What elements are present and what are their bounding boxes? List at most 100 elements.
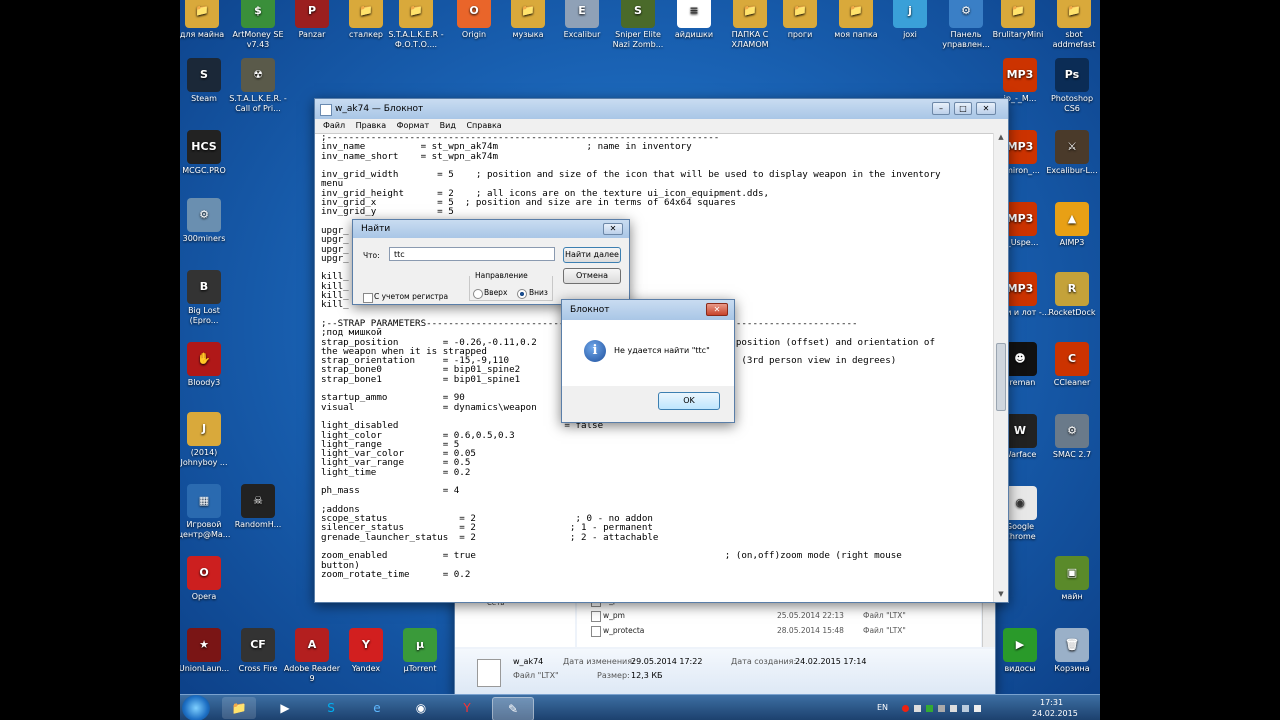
- desktop-icon[interactable]: ⚙ 300miners: [180, 198, 234, 244]
- desktop-icon-label: Opera: [191, 592, 217, 601]
- desktop-icon-label: Steam: [191, 94, 217, 103]
- desktop-icon[interactable]: O Opera: [180, 556, 234, 602]
- taskbar-yandex[interactable]: Y: [450, 697, 484, 719]
- desktop-icon[interactable]: ★ UnionLaun...: [180, 628, 234, 674]
- desktop-icon[interactable]: ▲ AIMP3: [1042, 202, 1100, 248]
- taskbar-skype[interactable]: S: [314, 697, 348, 719]
- file-row[interactable]: w_pm 25.05.2014 22:13 Файл "LTX": [577, 608, 981, 622]
- msg-close-button[interactable]: ✕: [706, 303, 728, 316]
- desktop-icon[interactable]: Ps Photoshop CS6: [1042, 58, 1100, 114]
- start-button[interactable]: [182, 695, 210, 720]
- file-name: w_protecta: [603, 626, 645, 635]
- desktop-icon[interactable]: R RocketDock: [1042, 272, 1100, 318]
- desktop-icon[interactable]: B Big Lost (Epro...: [180, 270, 234, 326]
- desktop-icon[interactable]: 📁 музыка: [498, 0, 558, 40]
- tray-volume-icon[interactable]: [974, 705, 981, 712]
- taskbar-media-player[interactable]: ▶: [268, 697, 302, 719]
- desktop-icon-label: Sniper Elite Nazi Zomb...: [612, 30, 664, 49]
- taskbar: 📁 ▶ S e ◉ Y ✎ EN 17:31 24.02.2015: [180, 694, 1100, 720]
- details-pane: w_ak74 Файл "LTX" Дата изменения: 29.05.…: [455, 649, 995, 695]
- desktop-icon[interactable]: P Panzar: [282, 0, 342, 40]
- desktop-icon[interactable]: CF Cross Fire: [228, 628, 288, 674]
- maximize-button[interactable]: □: [954, 102, 972, 115]
- desktop-icon[interactable]: Y Yandex: [336, 628, 396, 674]
- menu-edit[interactable]: Правка: [356, 121, 386, 130]
- desktop-icon[interactable]: O Origin: [444, 0, 504, 40]
- find-what-label: Что:: [363, 251, 380, 260]
- tray-record-icon[interactable]: [902, 705, 909, 712]
- app-icon: O: [187, 556, 221, 590]
- desktop-icon[interactable]: j joxi: [880, 0, 940, 40]
- find-next-button[interactable]: Найти далее: [563, 247, 621, 263]
- tray-network-icon[interactable]: [962, 705, 969, 712]
- desktop-icon[interactable]: 📁 BrulitaryMini: [988, 0, 1048, 40]
- desktop-icon[interactable]: 📁 sbot addmefast: [1044, 0, 1100, 50]
- desktop-icon[interactable]: µ µTorrent: [390, 628, 450, 674]
- desktop-icon[interactable]: C CCleaner: [1042, 342, 1100, 388]
- direction-up-radio[interactable]: [473, 289, 483, 299]
- find-cancel-button[interactable]: Отмена: [563, 268, 621, 284]
- desktop-icon[interactable]: ⚙ SMAC 2.7: [1042, 414, 1100, 460]
- desktop-icon-label: Big Lost (Epro...: [188, 306, 220, 325]
- direction-up-label: Вверх: [484, 288, 508, 297]
- scroll-down-arrow-icon[interactable]: ▼: [994, 590, 1008, 602]
- desktop-icon-label: µTorrent: [403, 664, 437, 673]
- tray-time[interactable]: 17:31: [1040, 698, 1063, 707]
- desktop-icon[interactable]: 📁 для майна: [180, 0, 232, 40]
- tray-flag-icon[interactable]: [950, 705, 957, 712]
- desktop-icon[interactable]: ☠ RandomH...: [228, 484, 288, 530]
- desktop-icon[interactable]: 📁 моя папка: [826, 0, 886, 40]
- msg-titlebar[interactable]: Блокнот ✕: [562, 300, 734, 320]
- desktop-icon[interactable]: S Steam: [180, 58, 234, 104]
- taskbar-notepad[interactable]: ✎: [492, 697, 534, 720]
- minimize-button[interactable]: –: [932, 102, 950, 115]
- find-what-input[interactable]: ttc: [389, 247, 555, 261]
- desktop-icon[interactable]: ▦ Игровой центр@Ma...: [180, 484, 234, 540]
- taskbar-explorer[interactable]: 📁: [222, 697, 256, 719]
- tray-icon-2[interactable]: [914, 705, 921, 712]
- scrollbar-thumb[interactable]: [996, 343, 1006, 411]
- desktop-icon-label: для майна: [180, 30, 225, 39]
- desktop-icon[interactable]: ▶ видосы: [990, 628, 1050, 674]
- notepad-titlebar[interactable]: w_ak74 — Блокнот – □ ✕: [315, 99, 1008, 119]
- desktop-icon[interactable]: 📁 проги: [770, 0, 830, 40]
- menu-view[interactable]: Вид: [440, 121, 456, 130]
- taskbar-chrome[interactable]: ◉: [404, 697, 438, 719]
- close-button[interactable]: ✕: [976, 102, 996, 115]
- file-row[interactable]: w_protecta 28.05.2014 15:48 Файл "LTX": [577, 623, 981, 637]
- tray-icon-4[interactable]: [938, 705, 945, 712]
- desktop-icon[interactable]: 📁 S.T.A.L.K.E.R - Ф.О.Т.О....: [386, 0, 446, 50]
- desktop-icon[interactable]: ≡ айдишки: [664, 0, 724, 40]
- desktop-icon[interactable]: 🗑 Корзина: [1042, 628, 1100, 674]
- desktop-icon[interactable]: A Adobe Reader 9: [282, 628, 342, 684]
- desktop-icon[interactable]: ☢ S.T.A.L.K.E.R. - Call of Pri...: [228, 58, 288, 114]
- ok-button[interactable]: OK: [658, 392, 720, 410]
- menu-file[interactable]: Файл: [323, 121, 345, 130]
- match-case-checkbox[interactable]: [363, 293, 373, 303]
- find-close-button[interactable]: ✕: [603, 223, 623, 235]
- desktop-icon[interactable]: S Sniper Elite Nazi Zomb...: [608, 0, 668, 50]
- desktop-icon[interactable]: ⚙ Панель управлен...: [936, 0, 996, 50]
- desktop-icon[interactable]: ✋ Bloody3: [180, 342, 234, 388]
- desktop-icon[interactable]: HCS MCGC.PRO: [180, 130, 234, 176]
- desktop-icon-label: Игровой центр@Ma...: [180, 520, 231, 539]
- tray-icon-3[interactable]: [926, 705, 933, 712]
- desktop-icon[interactable]: ⚔ Excalibur-L...: [1042, 130, 1100, 176]
- tray-date[interactable]: 24.02.2015: [1032, 709, 1078, 718]
- tray-language[interactable]: EN: [877, 703, 888, 712]
- desktop-icon[interactable]: J (2014) Johnyboy ...: [180, 412, 234, 468]
- find-titlebar[interactable]: Найти ✕: [353, 220, 629, 238]
- app-icon: ⚙: [949, 0, 983, 28]
- notepad-scrollbar[interactable]: ▲ ▼: [993, 133, 1008, 602]
- desktop-icon[interactable]: $ ArtMoney SE v7.43: [228, 0, 288, 50]
- scroll-up-arrow-icon[interactable]: ▲: [994, 133, 1008, 145]
- desktop-icon[interactable]: ▣ майн: [1042, 556, 1100, 602]
- menu-help[interactable]: Справка: [466, 121, 501, 130]
- desktop-icon[interactable]: E Excalibur: [552, 0, 612, 40]
- taskbar-ie[interactable]: e: [360, 697, 394, 719]
- menu-format[interactable]: Формат: [397, 121, 429, 130]
- app-icon: O: [457, 0, 491, 28]
- desktop-icon-label: RandomH...: [234, 520, 282, 529]
- direction-down-radio[interactable]: [517, 289, 527, 299]
- app-icon: ☢: [241, 58, 275, 92]
